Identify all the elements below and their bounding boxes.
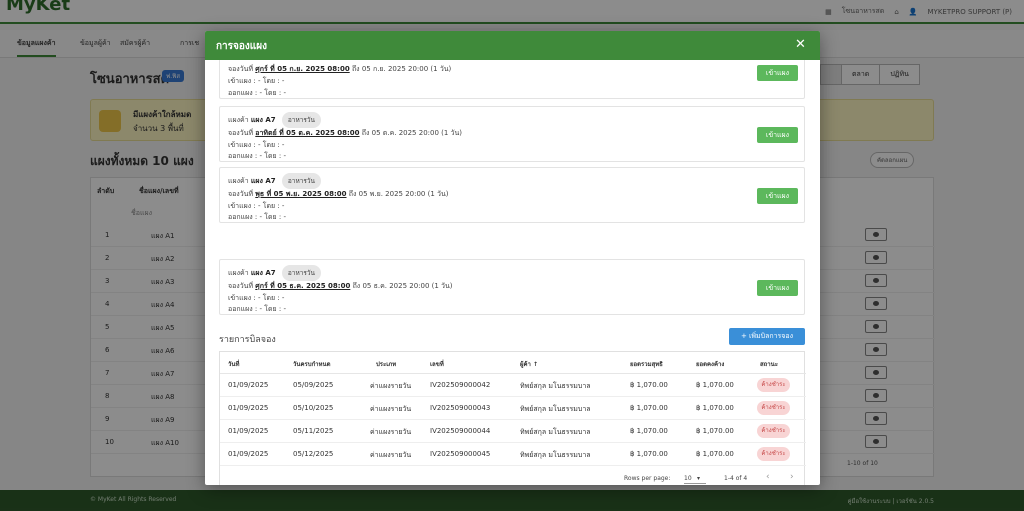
col-header-net-total[interactable]: ยอดรวมสุทธิ	[630, 359, 663, 369]
cell-type: ค่าแผงรายวัน	[370, 382, 412, 390]
cell-net-total: ฿ 1,070.00	[630, 427, 668, 435]
col-header-status[interactable]: สถานะ	[760, 359, 778, 369]
enter-stall-button[interactable]: เข้าแผง	[757, 188, 798, 204]
exit-line: ออกแผง : - โดย : -	[228, 152, 286, 160]
cell-due-date: 05/11/2025	[293, 427, 334, 435]
enter-line: เข้าแผง : - โดย : -	[228, 141, 285, 149]
invoice-table-header: วันที่ วันครบกำหนด ประเภท เลขที่ ผู้ค้า …	[220, 352, 806, 374]
status-badge: ค้างชำระ	[757, 378, 790, 392]
cell-vendor: ทิพย์สกุล มโนธรรมบาล	[520, 428, 591, 436]
next-page-icon[interactable]: ›	[790, 472, 794, 482]
modal-header: การจองแผง ✕	[205, 31, 820, 60]
cell-vendor: ทิพย์สกุล มโนธรรมบาล	[520, 382, 591, 390]
invoice-section-title: รายการบิลจอง	[219, 335, 276, 345]
table-row[interactable]: 01/09/2025 05/09/2025 ค่าแผงรายวัน IV202509…	[220, 374, 806, 397]
chevron-down-icon: ▾	[697, 475, 701, 482]
close-icon[interactable]: ✕	[795, 37, 806, 52]
status-badge: ค้างชำระ	[757, 401, 790, 415]
invoice-table: วันที่ วันครบกำหนด ประเภท เลขที่ ผู้ค้า …	[219, 351, 806, 485]
enter-line: เข้าแผง : - โดย : -	[228, 202, 285, 210]
cell-outstanding: ฿ 1,070.00	[696, 427, 734, 435]
exit-line: ออกแผง : - โดย : -	[228, 89, 286, 97]
cell-date: 01/09/2025	[228, 427, 269, 435]
cell-number: IV202509000044	[430, 427, 491, 435]
cell-net-total: ฿ 1,070.00	[630, 381, 668, 389]
invoice-pager: Rows per page: 10 ▾ 1-4 of 4 ‹ ›	[220, 466, 806, 485]
stall-line: แผงค้า แผง A7 อาหารวัน	[228, 265, 321, 281]
cell-date: 01/09/2025	[228, 404, 269, 412]
booking-date-line: จองวันที่ ศุกร์ ที่ 05 ธ.ค. 2025 08:00 ถ…	[228, 282, 453, 290]
pager-range: 1-4 of 4	[724, 475, 748, 482]
table-row[interactable]: 01/09/2025 05/12/2025 ค่าแผงรายวัน IV202509…	[220, 443, 806, 466]
cell-due-date: 05/10/2025	[293, 404, 334, 412]
exit-line: ออกแผง : - โดย : -	[228, 305, 286, 313]
enter-stall-button[interactable]: เข้าแผง	[757, 280, 798, 296]
cell-net-total: ฿ 1,070.00	[630, 404, 668, 412]
cell-net-total: ฿ 1,070.00	[630, 450, 668, 458]
col-header-number[interactable]: เลขที่	[430, 359, 444, 369]
enter-stall-button[interactable]: เข้าแผง	[757, 127, 798, 143]
cell-number: IV202509000043	[430, 404, 491, 412]
status-badge: ค้างชำระ	[757, 424, 790, 438]
add-invoice-button[interactable]: + เพิ่มบิลการจอง	[729, 328, 805, 345]
rows-per-page-select[interactable]: 10	[684, 475, 706, 484]
col-header-date[interactable]: วันที่	[228, 359, 239, 369]
exit-line: ออกแผง : - โดย : -	[228, 213, 286, 221]
cell-number: IV202509000042	[430, 381, 491, 389]
cell-type: ค่าแผงรายวัน	[370, 451, 412, 459]
cell-outstanding: ฿ 1,070.00	[696, 404, 734, 412]
booking-card: แผงค้า แผง A7 อาหารวัน จองวันที่ ศุกร์ ท…	[219, 259, 805, 315]
cell-type: ค่าแผงรายวัน	[370, 405, 412, 413]
cell-due-date: 05/12/2025	[293, 450, 334, 458]
rows-per-page-label: Rows per page:	[624, 475, 671, 482]
cell-type: ค่าแผงรายวัน	[370, 428, 412, 436]
booking-card: แผงค้า แผง A7 อาหารวัน จองวันที่ อาทิตย์…	[219, 106, 805, 162]
cell-vendor: ทิพย์สกุล มโนธรรมบาล	[520, 451, 591, 459]
col-header-vendor[interactable]: ผู้ค้า ↑	[520, 359, 538, 369]
enter-line: เข้าแผง : - โดย : -	[228, 294, 285, 302]
cell-number: IV202509000045	[430, 450, 491, 458]
category-chip: อาหารวัน	[281, 173, 321, 189]
booking-card: แผงค้า แผง A7 อาหารวัน จองวันที่ พุธ ที่…	[219, 167, 805, 223]
cell-due-date: 05/09/2025	[293, 381, 334, 389]
category-chip: อาหารวัน	[281, 112, 321, 128]
enter-stall-button[interactable]: เข้าแผง	[757, 65, 798, 81]
prev-page-icon[interactable]: ‹	[766, 472, 770, 482]
col-header-due-date[interactable]: วันครบกำหนด	[293, 359, 330, 369]
cell-vendor: ทิพย์สกุล มโนธรรมบาล	[520, 405, 591, 413]
category-chip: อาหารวัน	[281, 265, 321, 281]
modal-title: การจองแผง	[216, 41, 267, 52]
booking-date-line: จองวันที่ อาทิตย์ ที่ 05 ต.ค. 2025 08:00…	[228, 129, 462, 137]
booking-date-line: จองวันที่ ศุกร์ ที่ 05 ก.ย. 2025 08:00 ถ…	[228, 65, 452, 73]
stall-line: แผงค้า แผง A7 อาหารวัน	[228, 173, 321, 189]
table-row[interactable]: 01/09/2025 05/10/2025 ค่าแผงรายวัน IV202509…	[220, 397, 806, 420]
booking-modal: การจองแผง ✕ จองวันที่ ศุกร์ ที่ 05 ก.ย. …	[205, 31, 820, 485]
enter-line: เข้าแผง : - โดย : -	[228, 77, 285, 85]
col-header-type[interactable]: ประเภท	[376, 359, 396, 369]
booking-date-line: จองวันที่ พุธ ที่ 05 พ.ย. 2025 08:00 ถึง…	[228, 190, 449, 198]
cell-date: 01/09/2025	[228, 450, 269, 458]
cell-outstanding: ฿ 1,070.00	[696, 450, 734, 458]
modal-body: จองวันที่ ศุกร์ ที่ 05 ก.ย. 2025 08:00 ถ…	[205, 60, 820, 485]
stall-line: แผงค้า แผง A7 อาหารวัน	[228, 112, 321, 128]
col-header-outstanding[interactable]: ยอดคงค้าง	[696, 359, 724, 369]
cell-outstanding: ฿ 1,070.00	[696, 381, 734, 389]
table-row[interactable]: 01/09/2025 05/11/2025 ค่าแผงรายวัน IV202509…	[220, 420, 806, 443]
booking-card: จองวันที่ ศุกร์ ที่ 05 ก.ย. 2025 08:00 ถ…	[219, 60, 805, 99]
cell-date: 01/09/2025	[228, 381, 269, 389]
status-badge: ค้างชำระ	[757, 447, 790, 461]
